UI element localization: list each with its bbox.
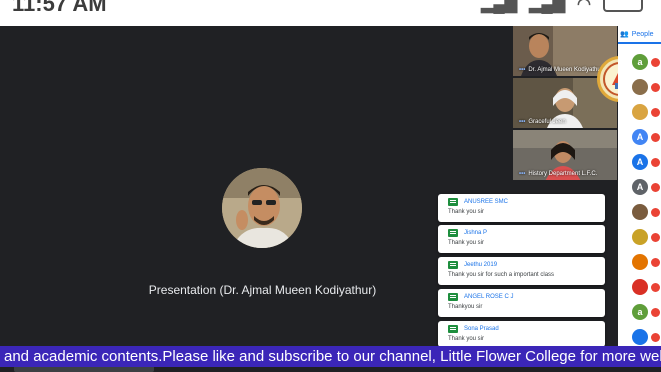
mic-muted-icon: [651, 283, 660, 292]
participant-name: ••• Dr. Ajmal Mueen Kodiyathur: [519, 67, 603, 73]
participant-avatar[interactable]: A: [632, 154, 648, 170]
status-icons: ▂▄▆ ▂▄▆ ◠: [481, 0, 643, 14]
more-options-icon: •••: [519, 67, 526, 73]
status-bar: 11:57 AM ▂▄▆ ▂▄▆ ◠: [0, 0, 661, 26]
participant-avatar[interactable]: [632, 79, 648, 95]
chat-message-card: ANUSREE SMC Thank you sir: [438, 194, 605, 222]
participant-avatar[interactable]: [632, 104, 648, 120]
mic-muted-icon: [651, 108, 660, 117]
chat-message-text: Thankyou sir: [448, 304, 483, 310]
chat-sender: Sona Prasad: [464, 326, 499, 332]
chat-icon: [448, 325, 458, 333]
participant-avatar[interactable]: A: [632, 179, 648, 195]
participant-name: ••• History Department L.F.C.: [519, 171, 598, 177]
chat-sender: Jishna P: [464, 230, 488, 236]
participant-avatar[interactable]: a: [632, 304, 648, 320]
mic-muted-icon: [651, 333, 660, 342]
participant-avatar[interactable]: a: [632, 54, 648, 70]
more-options-icon: •••: [519, 119, 526, 125]
mic-muted-icon: [651, 133, 660, 142]
chat-message-card: Jeethu 2019 Thank you sir for such a impo…: [438, 257, 605, 285]
chat-message-card: Sona Prasad Thank you sir: [438, 321, 605, 347]
presenter-avatar: [222, 168, 302, 248]
chat-message-text: Thank you sir: [448, 240, 485, 246]
chat-message-text: Thank you sir for such a important class: [448, 272, 555, 278]
chat-icon: [448, 293, 458, 301]
chat-message-card: Jishna P Thank you sir: [438, 225, 605, 253]
chat-icon: [448, 261, 458, 269]
chat-sender: Jeethu 2019: [464, 262, 498, 268]
participant-avatar[interactable]: [632, 329, 648, 345]
participant-tile[interactable]: ••• History Department L.F.C.: [513, 130, 617, 180]
signal-icon: ▂▄▆: [529, 0, 566, 13]
participant-avatar[interactable]: A: [632, 129, 648, 145]
mic-muted-icon: [651, 208, 660, 217]
mic-muted-icon: [651, 233, 660, 242]
tab-indicator: [618, 42, 661, 44]
mic-muted-icon: [651, 158, 660, 167]
participant-tiles: ••• Dr. Ajmal Mueen Kodiyathur ••• Gracefu…: [513, 26, 617, 186]
signal-icon: ▂▄▆: [481, 0, 518, 13]
chat-sender: ANUSREE SMC: [464, 199, 509, 205]
status-time: 11:57 AM: [12, 0, 107, 16]
mic-muted-icon: [651, 183, 660, 192]
more-options-icon: •••: [519, 171, 526, 177]
presenter-photo: [222, 168, 302, 248]
mic-muted-icon: [651, 308, 660, 317]
scrolling-ticker: and academic contents.Please like and su…: [0, 346, 661, 367]
participant-avatar[interactable]: [632, 229, 648, 245]
chat-icon: [448, 229, 458, 237]
chat-message-card: ANGEL ROSE C J Thankyou sir: [438, 289, 605, 317]
mic-muted-icon: [651, 258, 660, 267]
tab-people[interactable]: 👥 People: [620, 30, 654, 39]
battery-icon: [603, 0, 643, 12]
mic-muted-icon: [651, 58, 660, 67]
participant-avatar[interactable]: [632, 204, 648, 220]
chat-sender: ANGEL ROSE C J: [464, 294, 514, 300]
chat-message-text: Thank you sir: [448, 336, 485, 342]
people-panel: 👥 People aAAAa: [618, 26, 661, 351]
participant-avatar[interactable]: [632, 279, 648, 295]
participant-name: ••• Graceful Jeen: [519, 119, 566, 125]
wifi-icon: ◠: [577, 0, 591, 13]
people-icon: 👥: [620, 31, 629, 38]
mic-muted-icon: [651, 83, 660, 92]
participant-avatar[interactable]: [632, 254, 648, 270]
chat-icon: [448, 198, 458, 206]
chat-message-text: Thank you sir: [448, 209, 485, 215]
